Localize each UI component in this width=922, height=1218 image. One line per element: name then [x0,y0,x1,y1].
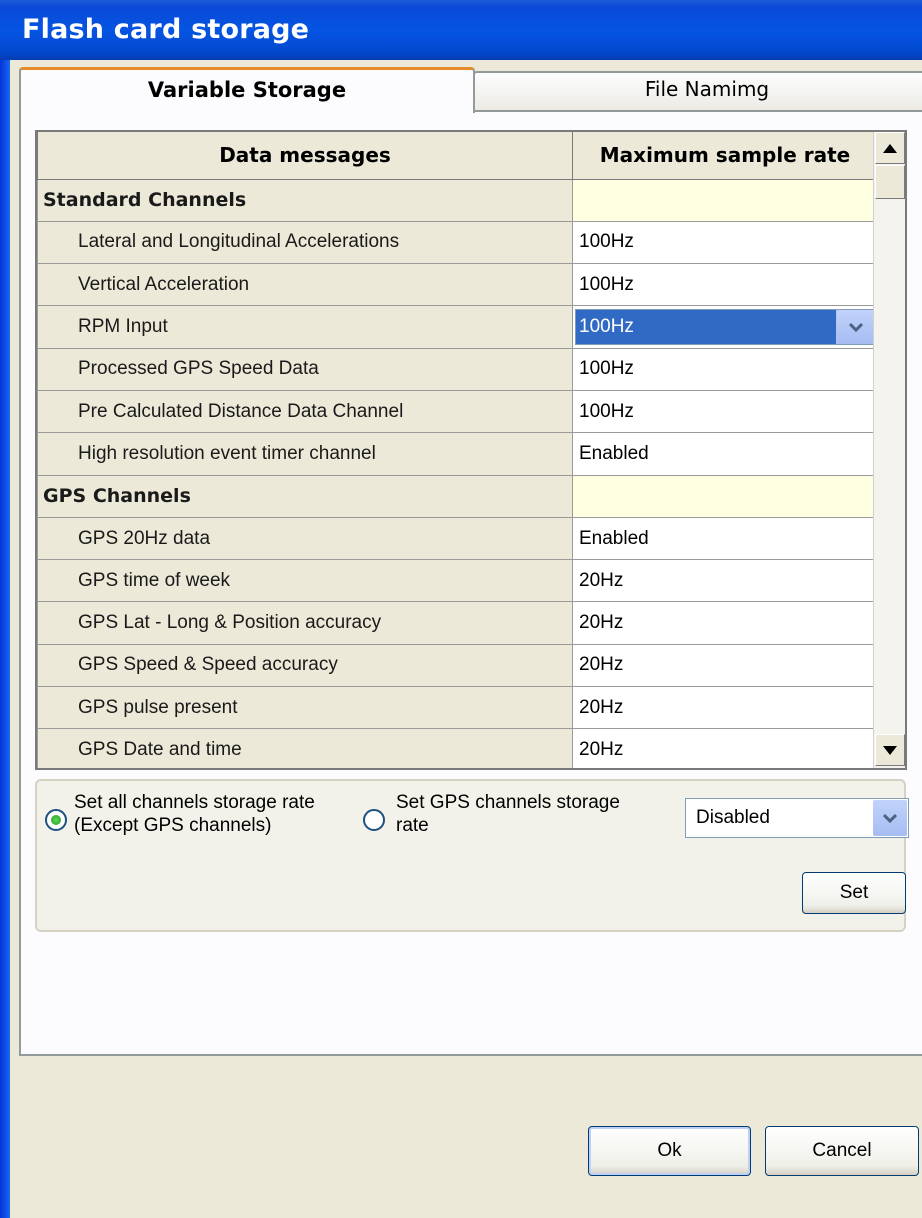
table-row[interactable]: GPS pulse present 20Hz [37,686,878,730]
scroll-thumb[interactable] [875,165,905,199]
table-row[interactable]: GPS Lat - Long & Position accuracy 20Hz [37,601,878,645]
channel-name: High resolution event timer channel [37,432,573,476]
scroll-down-button[interactable] [875,734,905,766]
sample-rate-cell[interactable]: 100Hz [572,305,878,349]
title-bar[interactable]: Flash card storage [0,0,922,60]
channel-name: GPS Date and time [37,728,573,768]
arrow-up-icon [883,143,897,153]
sample-rate-dropdown-button[interactable] [836,310,874,345]
radio-all-channels[interactable] [45,809,67,831]
storage-rate-group: Set all channels storage rate (Except GP… [35,779,909,932]
sample-rate-cell[interactable]: 100Hz [572,389,878,434]
set-button[interactable]: Set [802,872,906,914]
tab-strip: Variable Storage File Namimg [19,67,922,113]
radio-gps-channels-label-line2: rate [396,815,429,836]
radio-all-channels-label[interactable]: Set all channels storage rate (Except GP… [74,791,315,837]
chevron-down-icon [848,322,863,333]
sample-rate-dropdown[interactable]: 100Hz [575,309,875,346]
table-row[interactable]: GPS Date and time 20Hz [37,728,878,768]
sample-rate-cell[interactable]: 20Hz [572,728,878,768]
tab-variable-storage[interactable]: Variable Storage [19,67,475,113]
sample-rate-cell[interactable]: 20Hz [572,686,878,730]
storage-rate-dropdown-value: Disabled [696,807,770,828]
storage-rate-dropdown-button[interactable] [873,800,907,836]
column-header-max-sample-rate[interactable]: Maximum sample rate [572,132,878,180]
channel-table: Data messages Maximum sample rate Standa… [37,132,878,768]
table-row[interactable]: GPS 20Hz data Enabled [37,516,878,561]
column-header-data-messages[interactable]: Data messages [37,132,573,180]
table-row[interactable]: RPM Input 100Hz [37,305,878,349]
channel-name: Lateral and Longitudinal Accelerations [37,220,573,265]
group-row[interactable]: GPS Channels [37,474,878,518]
table-row[interactable]: Processed GPS Speed Data 100Hz [37,347,878,391]
channel-name: Pre Calculated Distance Data Channel [37,389,573,434]
sample-rate-cell[interactable]: Enabled [572,432,878,476]
radio-selected-dot [51,815,61,825]
group-value-cell[interactable] [572,178,878,222]
table-row[interactable]: Lateral and Longitudinal Accelerations 10… [37,220,878,265]
channel-name: Vertical Acceleration [37,263,573,307]
storage-rate-dropdown[interactable]: Disabled [685,798,909,838]
channel-name: GPS 20Hz data [37,516,573,561]
radio-all-channels-label-line2: (Except GPS channels) [74,815,272,836]
table-row[interactable]: High resolution event timer channel Enabl… [37,432,878,476]
ok-button[interactable]: Ok [588,1126,751,1176]
sample-rate-cell[interactable]: 100Hz [572,347,878,391]
sample-rate-cell[interactable]: 20Hz [572,643,878,688]
scroll-up-button[interactable] [875,132,905,164]
tab-panel: Data messages Maximum sample rate Standa… [19,110,922,1056]
radio-gps-channels[interactable] [363,809,385,831]
channel-name: GPS pulse present [37,686,573,730]
channel-grid: Data messages Maximum sample rate Standa… [35,130,907,770]
window-title: Flash card storage [22,14,310,45]
group-row[interactable]: Standard Channels [37,178,878,222]
channel-name: RPM Input [37,305,573,349]
cancel-button[interactable]: Cancel [765,1126,919,1176]
group-label: Standard Channels [37,178,573,222]
sample-rate-cell[interactable]: 20Hz [572,559,878,603]
table-row[interactable]: GPS Speed & Speed accuracy 20Hz [37,643,878,688]
group-value-cell[interactable] [572,474,878,518]
window-frame-left [0,60,10,1218]
chevron-down-icon [883,813,897,823]
flash-card-storage-window: Flash card storage Variable Storage File… [0,0,922,1218]
sample-rate-cell[interactable]: 100Hz [572,263,878,307]
table-row[interactable]: Vertical Acceleration 100Hz [37,263,878,307]
channel-name: GPS Lat - Long & Position accuracy [37,601,573,645]
group-label: GPS Channels [37,474,573,518]
table-row[interactable]: GPS time of week 20Hz [37,559,878,603]
table-row[interactable]: Pre Calculated Distance Data Channel 100H… [37,389,878,434]
sample-rate-cell[interactable]: 100Hz [572,220,878,265]
channel-name: GPS time of week [37,559,573,603]
radio-all-channels-label-line1: Set all channels storage rate [74,792,315,813]
sample-rate-cell[interactable]: 20Hz [572,601,878,645]
sample-rate-cell[interactable]: Enabled [572,516,878,561]
vertical-scrollbar[interactable] [873,132,905,768]
arrow-down-icon [883,745,897,755]
channel-name: GPS Speed & Speed accuracy [37,643,573,688]
channel-name: Processed GPS Speed Data [37,347,573,391]
header-row: Data messages Maximum sample rate [37,132,878,180]
sample-rate-dropdown-value: 100Hz [576,310,836,345]
radio-gps-channels-label-line1: Set GPS channels storage [396,792,620,813]
tab-file-naming[interactable]: File Namimg [473,71,922,109]
radio-gps-channels-label[interactable]: Set GPS channels storage rate [396,791,620,837]
